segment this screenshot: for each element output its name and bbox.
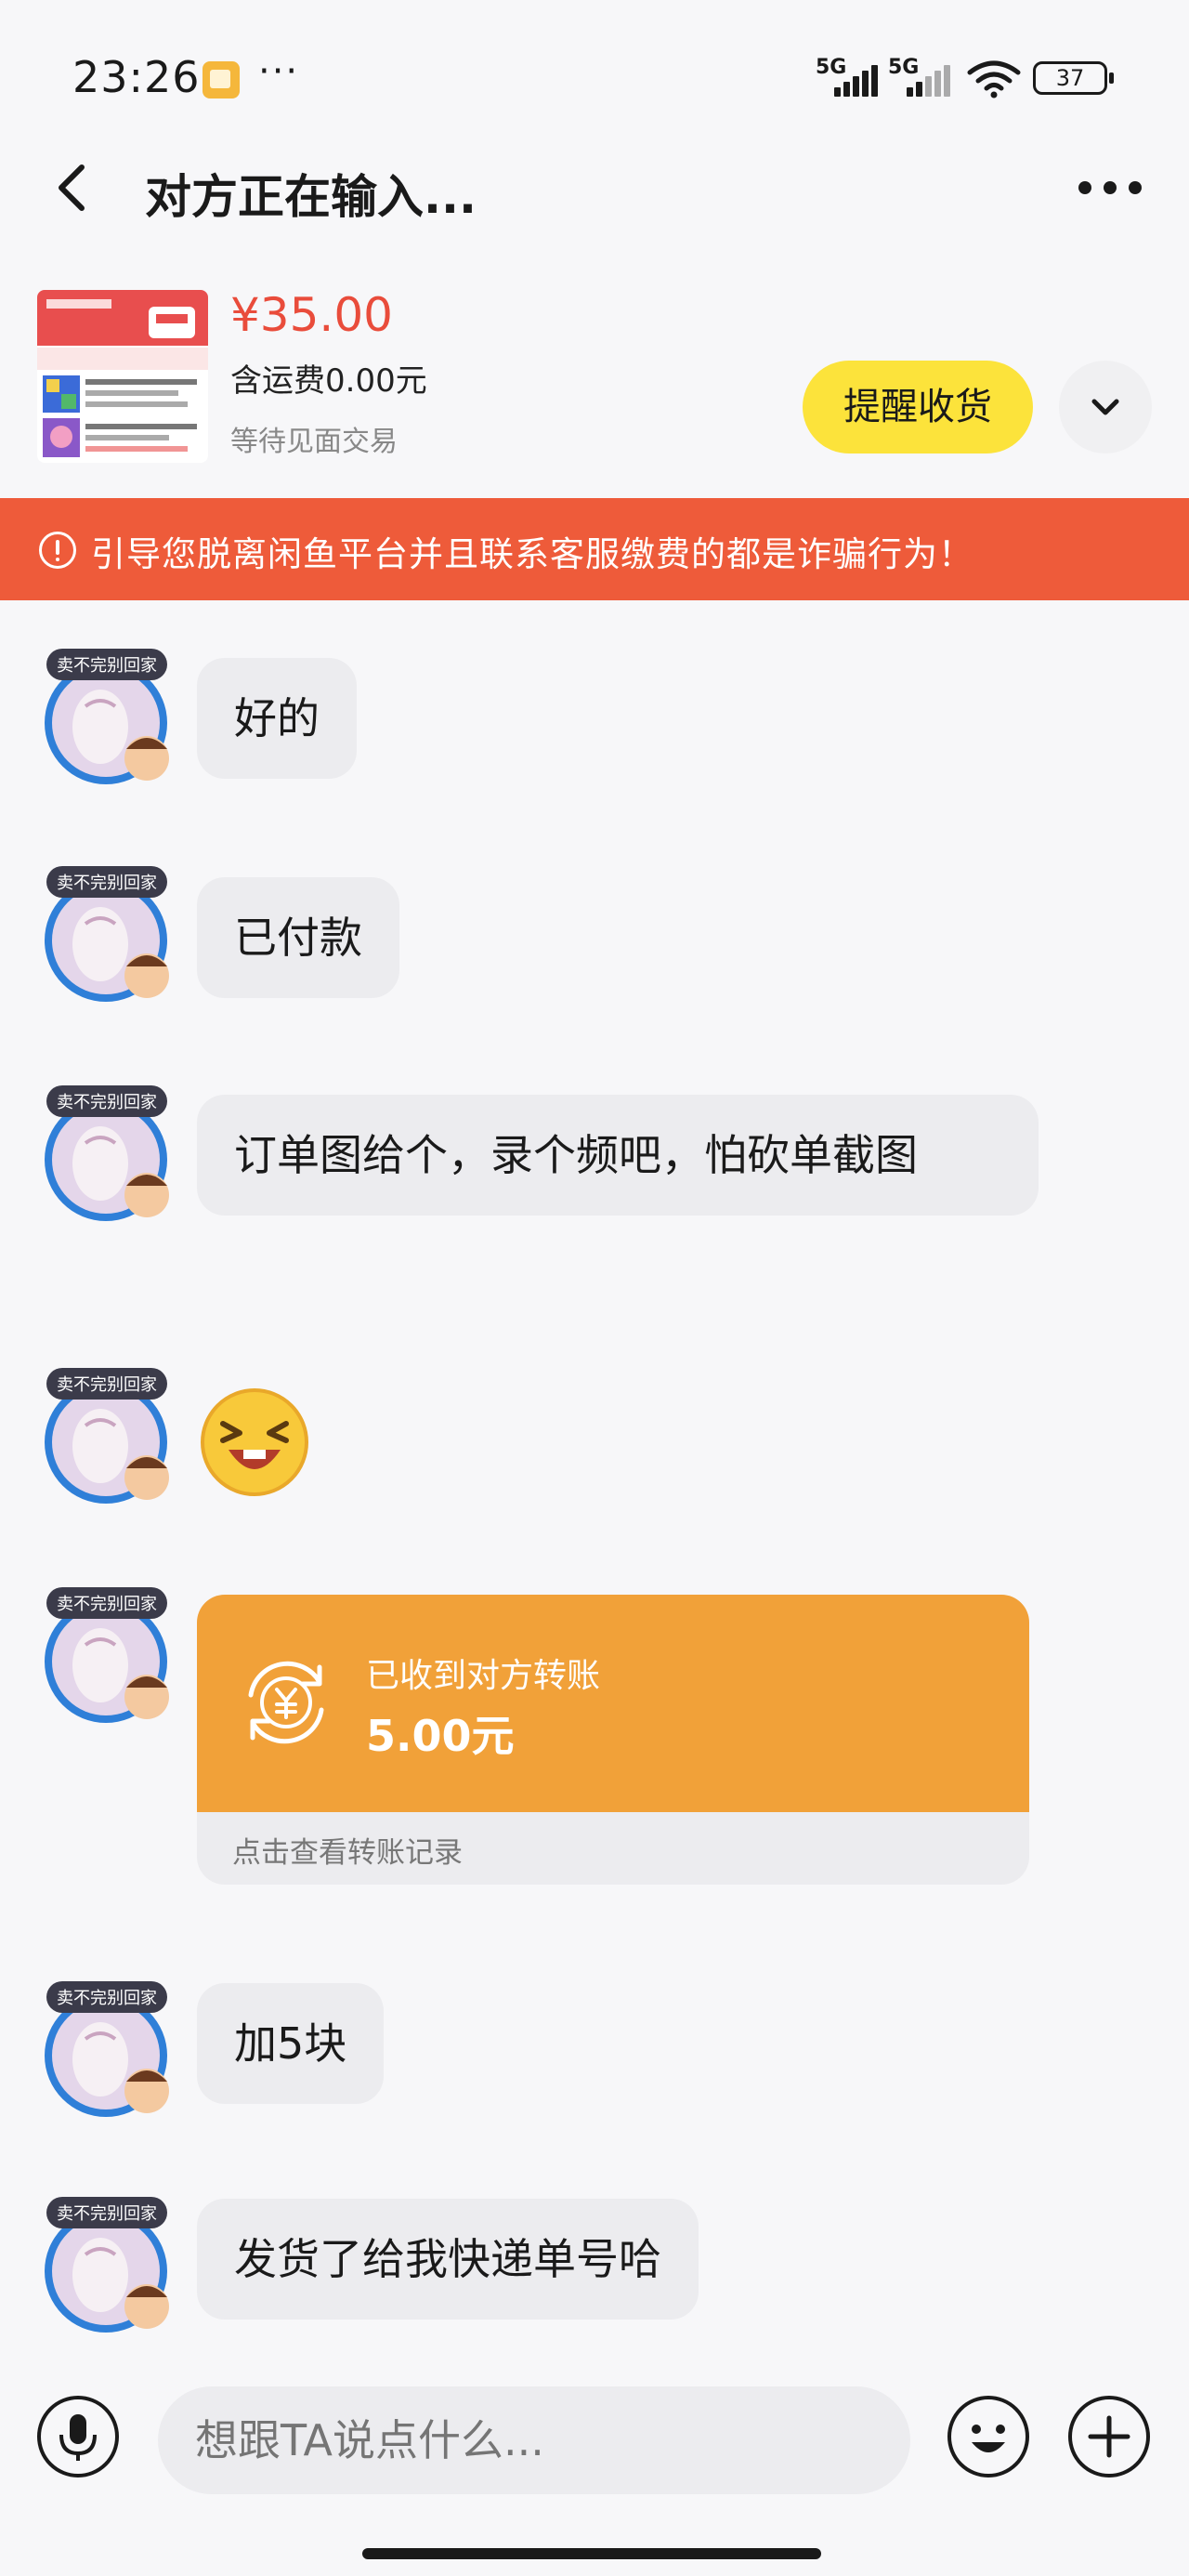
warning-icon [39, 532, 76, 569]
notes-app-icon [203, 61, 240, 99]
avatar[interactable]: 卖不完别回家 [39, 859, 178, 1007]
more-options-icon[interactable] [1068, 162, 1152, 214]
laughing-emoji-icon[interactable] [199, 1387, 310, 1498]
yuan-transfer-icon [248, 1661, 324, 1744]
avatar[interactable]: 卖不完别回家 [39, 1078, 178, 1227]
chat-title: 对方正在输入... [145, 170, 477, 224]
plus-icon[interactable] [1066, 2394, 1152, 2479]
transfer-card[interactable]: 已收到对方转账 5.00元 点击查看转账记录 [197, 1595, 1029, 1885]
shipping-fee: 含运费0.00元 [230, 362, 427, 400]
svg-text:卖不完别回家: 卖不完别回家 [57, 656, 157, 676]
svg-text:卖不完别回家: 卖不完别回家 [57, 874, 157, 893]
message-bubble[interactable]: 已付款 [197, 877, 399, 998]
svg-text:卖不完别回家: 卖不完别回家 [57, 1093, 157, 1112]
status-time: 23:26 [72, 52, 201, 102]
fraud-warning-banner: 引导您脱离闲鱼平台并且联系客服缴费的都是诈骗行为！ [0, 498, 1189, 600]
message-input[interactable] [158, 2386, 910, 2494]
expand-button[interactable] [1059, 361, 1152, 453]
svg-text:卖不完别回家: 卖不完别回家 [57, 1595, 157, 1614]
message-bubble[interactable]: 加5块 [197, 1983, 385, 2104]
signal-2-icon: 5G [888, 56, 953, 97]
message-bubble[interactable]: 好的 [197, 658, 357, 779]
product-thumbnail[interactable] [37, 290, 208, 463]
microphone-icon[interactable] [35, 2394, 121, 2479]
more-notifications-icon: ··· [258, 50, 300, 93]
emoji-icon[interactable] [946, 2394, 1031, 2479]
input-bar [0, 2360, 1189, 2528]
product-price: ¥35.00 [230, 288, 393, 342]
avatar[interactable]: 卖不完别回家 [39, 1580, 178, 1728]
chevron-down-icon [1091, 399, 1119, 415]
back-icon[interactable] [46, 160, 102, 216]
deal-status: 等待见面交易 [230, 426, 398, 458]
transfer-amount: 5.00元 [366, 1711, 515, 1761]
transfer-card-header: 已收到对方转账 5.00元 [197, 1595, 1029, 1812]
avatar[interactable]: 卖不完别回家 [39, 1974, 178, 2123]
message-bubble[interactable]: 订单图给个，录个频吧，怕砍单截图 [197, 1095, 1039, 1216]
warning-text: 引导您脱离闲鱼平台并且联系客服缴费的都是诈骗行为！ [91, 534, 973, 574]
battery-indicator: 37 [1033, 61, 1114, 95]
transfer-label: 已收到对方转账 [366, 1657, 601, 1695]
chat-header: 对方正在输入... [0, 139, 1189, 242]
home-indicator[interactable] [362, 2548, 821, 2559]
product-card[interactable]: ¥35.00 含运费0.00元 等待见面交易 提醒收货 [0, 279, 1189, 493]
wifi-icon [967, 60, 1021, 99]
svg-text:卖不完别回家: 卖不完别回家 [57, 1375, 157, 1395]
message-bubble[interactable]: 发货了给我快递单号哈 [197, 2199, 699, 2320]
avatar[interactable]: 卖不完别回家 [39, 641, 178, 790]
avatar[interactable]: 卖不完别回家 [39, 1360, 178, 1509]
svg-text:卖不完别回家: 卖不完别回家 [57, 1989, 157, 2008]
svg-text:卖不完别回家: 卖不完别回家 [57, 2204, 157, 2224]
view-transfer-record-link[interactable]: 点击查看转账记录 [232, 1829, 463, 1871]
avatar[interactable]: 卖不完别回家 [39, 2189, 178, 2338]
signal-1-icon: 5G [816, 56, 881, 97]
remind-receipt-button[interactable]: 提醒收货 [803, 361, 1033, 453]
status-bar: 23:26 ··· 5G 5G 37 [0, 0, 1189, 139]
